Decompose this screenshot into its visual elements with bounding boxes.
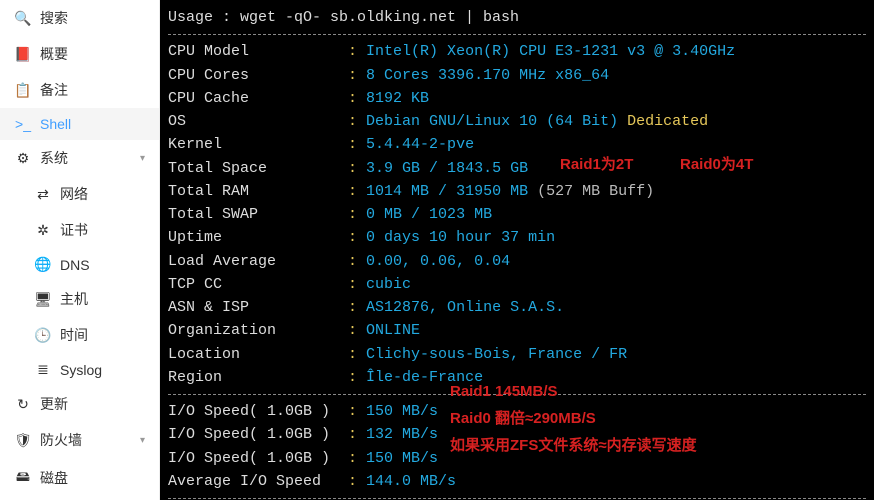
- sidebar-item-label: Syslog: [60, 362, 102, 378]
- sidebar-item-label: 概要: [40, 44, 68, 64]
- search-icon: 🔍: [14, 10, 32, 27]
- cert-icon: ✲: [34, 222, 52, 239]
- sidebar-item-shell[interactable]: >_ Shell: [0, 108, 159, 140]
- sidebar-item-time[interactable]: 🕒 时间: [0, 317, 159, 353]
- sidebar-item-disk[interactable]: 🖴 磁盘: [0, 458, 159, 498]
- annotation-raid0-speed: Raid0 翻倍≈290MB/S: [450, 407, 596, 430]
- term-usage: Usage : wget -qO- sb.oldking.net | bash: [168, 6, 866, 29]
- host-icon: 🖥: [34, 291, 52, 308]
- chevron-down-icon: ▾: [140, 435, 145, 446]
- sidebar-item-label: 搜索: [40, 8, 68, 28]
- sidebar-item-host[interactable]: 🖥 主机: [0, 281, 159, 317]
- sidebar-item-label: Shell: [40, 116, 71, 132]
- sidebar-item-update[interactable]: ↻ 更新: [0, 386, 159, 422]
- sidebar-item-label: DNS: [60, 257, 90, 273]
- list-icon: ≣: [34, 361, 52, 378]
- clipboard-icon: 📋: [14, 82, 32, 99]
- globe-icon: 🌐: [34, 256, 52, 273]
- divider: [168, 34, 866, 35]
- sidebar-subgroup-system: ⇄ 网络 ✲ 证书 🌐 DNS 🖥 主机 🕒 时间 ≣ Syslog: [0, 176, 159, 386]
- sidebar-item-certs[interactable]: ✲ 证书: [0, 212, 159, 248]
- annotation-raid1-2t: Raid1为2T: [560, 153, 633, 176]
- annotation-raid0-4t: Raid0为4T: [680, 153, 753, 176]
- clock-icon: 🕒: [34, 327, 52, 344]
- divider: [168, 498, 866, 499]
- term-cpu-cache: CPU Cache : 8192 KB: [168, 87, 866, 110]
- sidebar-item-system[interactable]: ⚙ 系统 ▾: [0, 140, 159, 176]
- sidebar-item-label: 备注: [40, 80, 68, 100]
- annotation-zfs-note: 如果采用ZFS文件系统≈内存读写速度: [450, 434, 697, 457]
- term-io-avg: Average I/O Speed : 144.0 MB/s: [168, 470, 866, 493]
- swap-icon: ⇄: [34, 186, 52, 203]
- sidebar-item-firewall[interactable]: 🛡 防火墙 ▾: [0, 422, 159, 458]
- term-cpu-model: CPU Model : Intel(R) Xeon(R) CPU E3-1231…: [168, 40, 866, 63]
- sidebar-item-syslog[interactable]: ≣ Syslog: [0, 353, 159, 386]
- terminal-panel[interactable]: Usage : wget -qO- sb.oldking.net | bash …: [160, 0, 874, 500]
- terminal-icon: >_: [14, 116, 32, 132]
- sidebar: 🔍 搜索 📕 概要 📋 备注 >_ Shell ⚙ 系统 ▾ ⇄ 网络 ✲ 证书 🌐 DNS 🖥 主…: [0, 0, 160, 500]
- term-asn: ASN & ISP : AS12876, Online S.A.S.: [168, 296, 866, 319]
- chevron-down-icon: ▾: [140, 153, 145, 164]
- sidebar-item-network[interactable]: ⇄ 网络: [0, 176, 159, 212]
- shield-icon: 🛡: [14, 432, 32, 449]
- sidebar-item-label: 网络: [60, 184, 88, 204]
- sidebar-item-search[interactable]: 🔍 搜索: [0, 0, 159, 36]
- gear-icon: ⚙: [14, 150, 32, 167]
- annotation-raid1-speed: Raid1 145MB/S: [450, 380, 558, 403]
- term-load: Load Average : 0.00, 0.06, 0.04: [168, 250, 866, 273]
- disk-icon: 🖴: [14, 466, 32, 490]
- book-icon: 📕: [14, 46, 32, 63]
- term-total-swap: Total SWAP : 0 MB / 1023 MB: [168, 203, 866, 226]
- term-os: OS : Debian GNU/Linux 10 (64 Bit) Dedica…: [168, 110, 866, 133]
- term-location: Location : Clichy-sous-Bois, France / FR: [168, 343, 866, 366]
- sidebar-item-label: 系统: [40, 148, 68, 168]
- sidebar-item-label: 更新: [40, 394, 68, 414]
- sidebar-item-label: 主机: [60, 289, 88, 309]
- term-org: Organization : ONLINE: [168, 319, 866, 342]
- term-kernel: Kernel : 5.4.44-2-pve: [168, 133, 866, 156]
- sidebar-item-dns[interactable]: 🌐 DNS: [0, 248, 159, 281]
- term-tcp: TCP CC : cubic: [168, 273, 866, 296]
- sidebar-item-label: 时间: [60, 325, 88, 345]
- refresh-icon: ↻: [14, 396, 32, 413]
- sidebar-item-notes[interactable]: 📋 备注: [0, 72, 159, 108]
- term-total-space: Total Space : 3.9 GB / 1843.5 GB: [168, 157, 866, 180]
- sidebar-item-label: 磁盘: [40, 468, 68, 488]
- term-total-ram: Total RAM : 1014 MB / 31950 MB (527 MB B…: [168, 180, 866, 203]
- sidebar-item-label: 防火墙: [40, 430, 82, 450]
- sidebar-item-summary[interactable]: 📕 概要: [0, 36, 159, 72]
- term-cpu-cores: CPU Cores : 8 Cores 3396.170 MHz x86_64: [168, 64, 866, 87]
- term-uptime: Uptime : 0 days 10 hour 37 min: [168, 226, 866, 249]
- sidebar-item-label: 证书: [60, 220, 88, 240]
